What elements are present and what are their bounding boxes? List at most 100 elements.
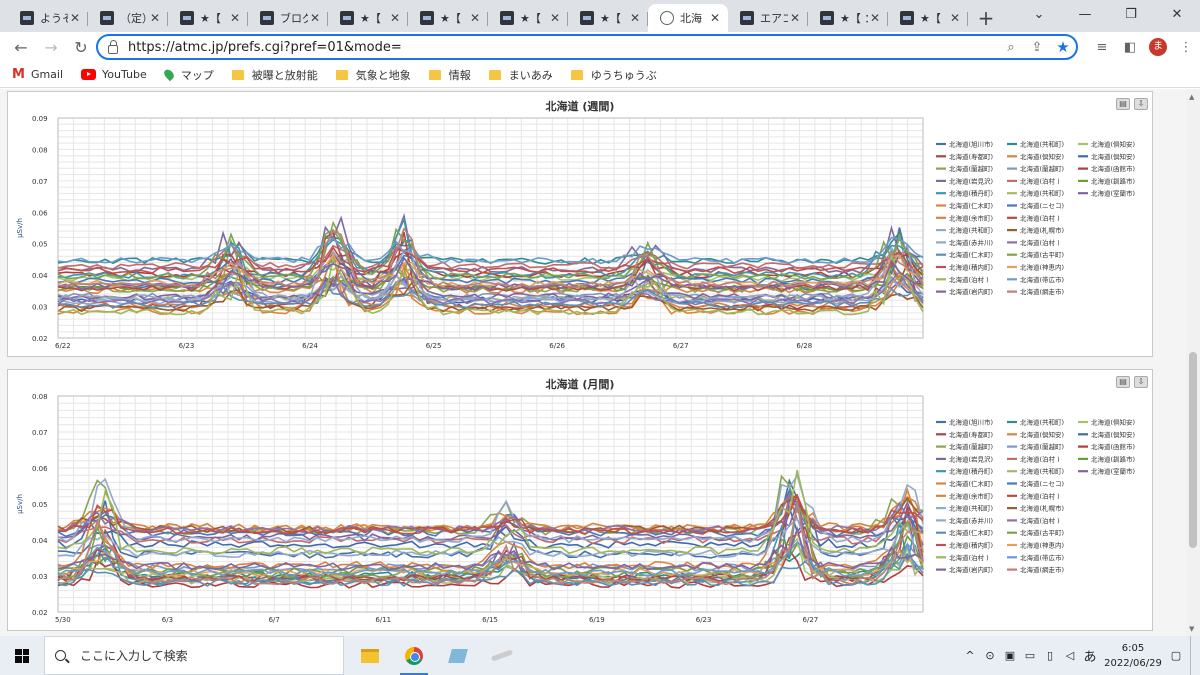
legend-item[interactable]: 北海道(倶知安) — [1091, 152, 1135, 161]
legend-item[interactable]: 北海道(釧路市) — [1091, 454, 1135, 463]
browser-tab[interactable]: 北海 ✕ — [648, 4, 728, 32]
legend-item[interactable]: 北海道(網走市) — [1020, 565, 1064, 574]
legend-item[interactable]: 北海道(泊村 ) — [949, 553, 989, 562]
network-icon[interactable]: ▭ — [1020, 649, 1040, 662]
maximize-button[interactable]: ❐ — [1108, 0, 1154, 28]
bookmark-gmail[interactable]: M Gmail — [12, 67, 63, 82]
legend-item[interactable]: 北海道(ニセコ) — [1020, 201, 1064, 210]
legend-item[interactable]: 北海道(赤井川) — [949, 238, 993, 247]
bookmark-folder-youtube[interactable]: ゆうちゅうぶ — [570, 67, 657, 83]
legend-item[interactable]: 北海道(旭川市) — [949, 140, 993, 149]
battery-icon[interactable]: ▯ — [1040, 649, 1060, 662]
legend-item[interactable]: 北海道(泊村 ) — [1020, 491, 1060, 500]
legend-item[interactable]: 北海道(ニセコ) — [1020, 479, 1064, 488]
clock[interactable]: 6:05 2022/06/29 — [1100, 641, 1166, 671]
tab-close-icon[interactable]: ✕ — [628, 11, 642, 25]
browser-tab[interactable]: ★【 ✕ — [888, 4, 968, 32]
legend-item[interactable]: 北海道(泊村 ) — [949, 275, 989, 284]
legend-item[interactable]: 北海道(函館市) — [1091, 164, 1135, 173]
close-window-button[interactable]: ✕ — [1154, 0, 1200, 28]
legend-item[interactable]: 北海道(札幌市) — [1020, 226, 1064, 235]
legend-item[interactable]: 北海道(岩見沢) — [949, 176, 993, 185]
legend-item[interactable]: 北海道(共和町) — [1020, 467, 1064, 476]
legend-item[interactable]: 北海道(帯広市) — [1020, 275, 1064, 284]
browser-tab[interactable]: エアコ ✕ — [728, 4, 808, 32]
bookmark-folder-maiami[interactable]: まいあみ — [488, 67, 553, 83]
back-button[interactable]: ← — [6, 32, 36, 62]
legend-item[interactable]: 北海道(泊村 ) — [1020, 238, 1060, 247]
bookmark-maps[interactable]: マップ — [162, 67, 214, 83]
legend-item[interactable]: 北海道(函館市) — [1091, 442, 1135, 451]
tab-close-icon[interactable]: ✕ — [708, 11, 722, 25]
zoom-search-icon[interactable]: ⌕ — [998, 40, 1024, 55]
legend-item[interactable]: 北海道(神恵内) — [1020, 541, 1064, 550]
legend-item[interactable]: 北海道(余市町) — [949, 213, 993, 222]
show-desktop-button[interactable] — [1190, 636, 1200, 675]
legend-item[interactable]: 北海道(積内町) — [949, 263, 993, 272]
side-panel-icon[interactable]: ◧ — [1116, 40, 1144, 55]
legend-item[interactable]: 北海道(倶知安) — [1091, 430, 1135, 439]
legend-item[interactable]: 北海道(古平町) — [1020, 528, 1064, 537]
legend-item[interactable]: 北海道(泊村 ) — [1020, 213, 1060, 222]
legend-item[interactable]: 北海道(仁木町) — [949, 479, 993, 488]
legend-item[interactable]: 北海道(共和町) — [1020, 418, 1064, 427]
scrollbar-thumb[interactable] — [1189, 352, 1197, 548]
tab-close-icon[interactable]: ✕ — [148, 11, 162, 25]
legend-item[interactable]: 北海道(仁木町) — [949, 201, 993, 210]
legend-item[interactable]: 北海道(倶知安) — [1020, 430, 1064, 439]
url-text[interactable]: https://atmc.jp/prefs.cgi?pref=01&mode= — [128, 40, 998, 55]
legend-item[interactable]: 北海道(室蘭市) — [1091, 467, 1135, 476]
menu-icon[interactable]: ⋮ — [1172, 40, 1200, 55]
legend-item[interactable]: 北海道(倶知安) — [1091, 140, 1135, 149]
scroll-up-icon[interactable]: ▲ — [1189, 93, 1194, 101]
browser-tab[interactable]: ★【 ✕ — [408, 4, 488, 32]
browser-tab[interactable]: ★【 ✕ — [568, 4, 648, 32]
legend-item[interactable]: 北海道(共和町) — [1020, 189, 1064, 198]
tab-close-icon[interactable]: ✕ — [68, 11, 82, 25]
legend-item[interactable]: 北海道(寿都町) — [949, 430, 993, 439]
browser-tab[interactable]: ブログ ✕ — [248, 4, 328, 32]
legend-item[interactable]: 北海道(積内町) — [949, 541, 993, 550]
tray-expand-icon[interactable]: ^ — [960, 649, 980, 662]
tab-close-icon[interactable]: ✕ — [788, 11, 802, 25]
tab-close-icon[interactable]: ✕ — [228, 11, 242, 25]
legend-item[interactable]: 北海道(泊村 ) — [1020, 176, 1060, 185]
bookmark-folder-weather[interactable]: 気象と地象 — [335, 67, 411, 83]
reload-button[interactable]: ↻ — [66, 32, 96, 62]
legend-item[interactable]: 北海道(蘭越町) — [949, 164, 993, 173]
page-scrollbar[interactable]: ▲ ▼ — [1186, 89, 1200, 636]
legend-item[interactable]: 北海道(蘭越町) — [1020, 164, 1064, 173]
new-tab-button[interactable]: + — [972, 4, 1000, 32]
browser-tab[interactable]: ★【 ✕ — [168, 4, 248, 32]
legend-item[interactable]: 北海道(倶知安) — [1091, 418, 1135, 427]
tab-close-icon[interactable]: ✕ — [388, 11, 402, 25]
legend-item[interactable]: 北海道(神恵内) — [1020, 263, 1064, 272]
pen-app[interactable] — [480, 636, 524, 675]
legend-item[interactable]: 北海道(旭川市) — [949, 418, 993, 427]
tab-close-icon[interactable]: ✕ — [548, 11, 562, 25]
notepad-app[interactable] — [436, 636, 480, 675]
legend-item[interactable]: 北海道(余市町) — [949, 491, 993, 500]
legend-item[interactable]: 北海道(釧路市) — [1091, 176, 1135, 185]
legend-item[interactable]: 北海道(赤井川) — [949, 516, 993, 525]
legend-item[interactable]: 北海道(共和町) — [949, 504, 993, 513]
legend-item[interactable]: 北海道(仁木町) — [949, 528, 993, 537]
legend-item[interactable]: 北海道(蘭越町) — [949, 442, 993, 451]
legend-item[interactable]: 北海道(蘭越町) — [1020, 442, 1064, 451]
legend-item[interactable]: 北海道(帯広市) — [1020, 553, 1064, 562]
legend-item[interactable]: 北海道(倶知安) — [1020, 152, 1064, 161]
minimize-button[interactable]: — — [1062, 0, 1108, 28]
address-bar[interactable]: https://atmc.jp/prefs.cgi?pref=01&mode= … — [96, 34, 1078, 60]
legend-item[interactable]: 北海道(積丹町) — [949, 467, 993, 476]
legend-item[interactable]: 北海道(室蘭市) — [1091, 189, 1135, 198]
legend-item[interactable]: 北海道(共和町) — [1020, 140, 1064, 149]
legend-item[interactable]: 北海道(岩内町) — [949, 287, 993, 296]
forward-button[interactable]: → — [36, 32, 66, 62]
browser-tab[interactable]: ようそ ✕ — [8, 4, 88, 32]
ime-indicator[interactable]: あ — [1080, 646, 1100, 665]
bookmark-folder-radiation[interactable]: 被曝と放射能 — [231, 67, 318, 83]
notification-icon[interactable]: ▢ — [1166, 649, 1186, 662]
legend-item[interactable]: 北海道(岩見沢) — [949, 454, 993, 463]
legend-item[interactable]: 北海道(共和町) — [949, 226, 993, 235]
browser-tab[interactable]: ★【 ✕ — [488, 4, 568, 32]
